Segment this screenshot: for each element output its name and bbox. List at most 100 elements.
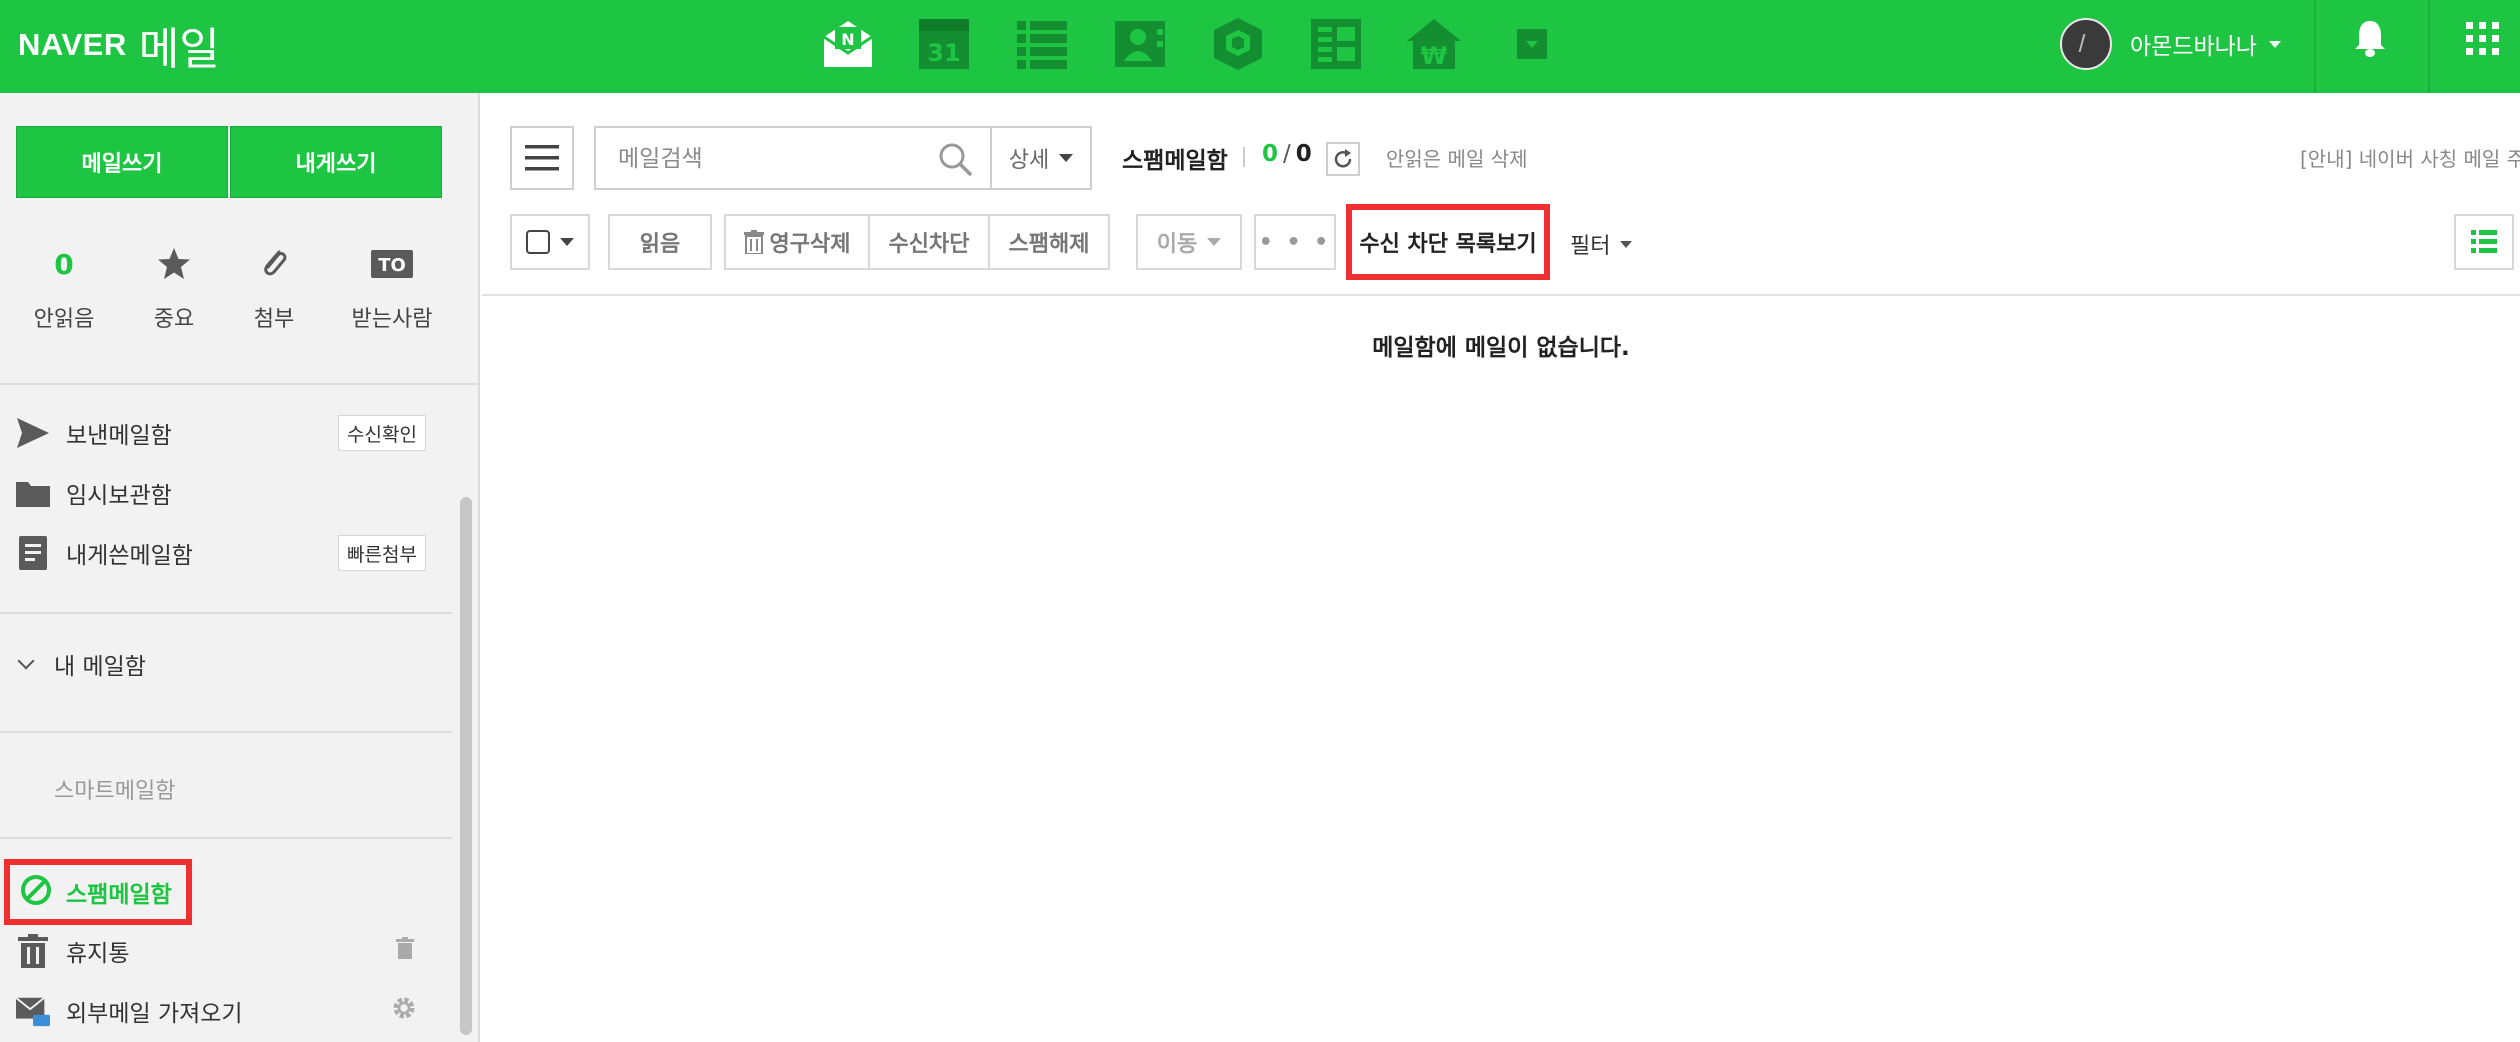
view-block-list-button[interactable]: 수신 차단 목록보기 (1346, 204, 1550, 280)
folder-icon (16, 476, 50, 510)
divider (0, 837, 452, 839)
filter-dropdown[interactable]: 필터 (1570, 228, 1633, 260)
memo-icon[interactable] (1306, 14, 1366, 74)
paperclip-icon (214, 245, 334, 283)
chevron-down-icon (560, 238, 574, 246)
apps-grid-icon[interactable] (2466, 22, 2500, 60)
move-label: 이동 (1156, 232, 1198, 257)
unread-mail-count[interactable]: 0 (1262, 141, 1278, 167)
calendar-icon[interactable]: 31 (914, 14, 974, 74)
write-mail-button[interactable]: 메일쓰기 (16, 126, 228, 198)
empty-trash-icon[interactable] (396, 937, 414, 963)
sidebar-item-spam[interactable]: 스팸메일함 (4, 859, 192, 925)
sidebar-item-drafts[interactable]: 임시보관함 (16, 473, 172, 513)
menu-button[interactable] (510, 126, 574, 190)
block-sender-button[interactable]: 수신차단 (868, 214, 990, 270)
list-view-icon (2471, 230, 2497, 253)
chevron-down-icon (17, 652, 35, 670)
notice-link[interactable]: [안내] 네이버 사칭 메일 주의 (2300, 143, 2520, 172)
total-mail-count: 0 (1295, 141, 1312, 167)
detail-search-label: 상세 (1008, 148, 1050, 173)
sidebar-item-trash[interactable]: 휴지통 (16, 931, 129, 971)
move-dropdown[interactable]: 이동 (1136, 214, 1242, 270)
quick-attachment[interactable]: 첨부 (214, 245, 334, 333)
mail-counts: 0/0 (1262, 141, 1312, 167)
calendar-day-number: 31 (927, 39, 960, 67)
more-button[interactable]: • • • (1254, 214, 1336, 270)
chevron-down-icon (1059, 154, 1074, 162)
filter-label: 필터 (1570, 234, 1611, 259)
blocked-icon (20, 874, 52, 910)
send-icon (16, 416, 50, 450)
sidebar: 메일쓰기 내게쓰기 0 안읽음 중요 첨부 TO 받는사람 보낸메일함 수신확인 (0, 93, 480, 1042)
my-mailbox-toggle[interactable]: 내 메일함 (16, 647, 146, 681)
view-mode-button[interactable] (2454, 214, 2514, 270)
write-to-self-button[interactable]: 내게쓰기 (230, 126, 442, 198)
divider (0, 731, 452, 733)
divider (0, 383, 478, 385)
unspam-button[interactable]: 스팸해제 (988, 214, 1110, 270)
quick-to-me-label: 받는사람 (351, 307, 433, 332)
sidebar-item-label: 휴지통 (66, 941, 130, 967)
hamburger-icon (525, 145, 559, 171)
sidebar-item-label: 보낸메일함 (66, 423, 172, 449)
divider (0, 612, 452, 614)
sidebar-item-self-sent[interactable]: 내게쓴메일함 (16, 533, 193, 573)
permanent-delete-button[interactable]: 영구삭제 (724, 214, 870, 270)
mail-icon[interactable]: N (818, 14, 878, 74)
empty-mailbox-message: 메일함에 메일이 없습니다. (1372, 335, 1630, 361)
search-input[interactable] (618, 140, 918, 178)
user-name[interactable]: 아몬드바나나 (2130, 27, 2257, 61)
quick-to-me[interactable]: TO 받는사람 (332, 245, 452, 333)
more-apps-dropdown-icon[interactable] (1502, 14, 1562, 74)
gear-icon[interactable] (392, 996, 416, 1024)
trash-icon (16, 934, 50, 968)
chevron-down-icon (1620, 240, 1633, 248)
permanent-delete-label: 영구삭제 (769, 232, 851, 257)
svg-text:₩: ₩ (1421, 42, 1448, 70)
checkbox-icon (526, 230, 550, 254)
list-icon[interactable] (1012, 14, 1072, 74)
sidebar-item-external-mail[interactable]: 외부메일 가져오기 (16, 991, 243, 1031)
refresh-button[interactable] (1326, 142, 1360, 176)
bell-icon[interactable] (2352, 18, 2388, 62)
divider (2314, 0, 2316, 93)
to-icon-text: TO (378, 255, 406, 276)
won-icon[interactable]: ₩ (1404, 14, 1464, 74)
my-mailbox-label: 내 메일함 (54, 654, 146, 680)
sidebar-item-smart-mailbox[interactable]: 스마트메일함 (54, 773, 175, 805)
chevron-down-icon (1207, 238, 1222, 246)
sidebar-item-sent[interactable]: 보낸메일함 (16, 413, 172, 453)
unread-count: 0 (54, 247, 74, 281)
user-profile-menu[interactable]: 아몬드바나나 (2060, 14, 2281, 74)
search-icon[interactable] (938, 142, 974, 182)
box-icon[interactable] (1208, 14, 1268, 74)
naver-mail-logo[interactable]: NAVER 메일 (18, 10, 220, 80)
trash-icon (743, 230, 764, 254)
to-icon: TO (332, 245, 452, 283)
chevron-down-icon (2268, 40, 2281, 48)
divider (2428, 0, 2430, 93)
quick-unread-label: 안읽음 (33, 307, 95, 332)
mailbox-title: 스팸메일함 (1122, 148, 1228, 174)
sidebar-item-label: 외부메일 가져오기 (66, 1001, 243, 1027)
sidebar-item-label: 임시보관함 (66, 483, 172, 509)
sidebar-scrollbar[interactable] (460, 497, 472, 1035)
divider (1243, 147, 1245, 167)
note-icon (16, 536, 50, 570)
mark-read-button[interactable]: 읽음 (608, 214, 712, 270)
avatar[interactable] (2060, 18, 2112, 70)
delete-unread-link[interactable]: 안읽은 메일 삭제 (1386, 143, 1528, 172)
top-navigation-bar: NAVER 메일 N 31 ₩ 아몬드바나나 (0, 0, 2520, 93)
refresh-icon (1334, 149, 1352, 168)
count-separator: / (1283, 141, 1291, 167)
select-all-checkbox[interactable] (510, 214, 590, 270)
search-box (594, 126, 992, 190)
read-receipt-button[interactable]: 수신확인 (338, 415, 426, 451)
detail-search-dropdown[interactable]: 상세 (990, 126, 1092, 190)
mail-new-badge: N (841, 30, 854, 49)
divider (482, 294, 2520, 296)
quick-unread[interactable]: 0 안읽음 (4, 245, 124, 333)
contacts-icon[interactable] (1110, 14, 1170, 74)
quick-attach-button[interactable]: 빠른첨부 (338, 535, 426, 571)
